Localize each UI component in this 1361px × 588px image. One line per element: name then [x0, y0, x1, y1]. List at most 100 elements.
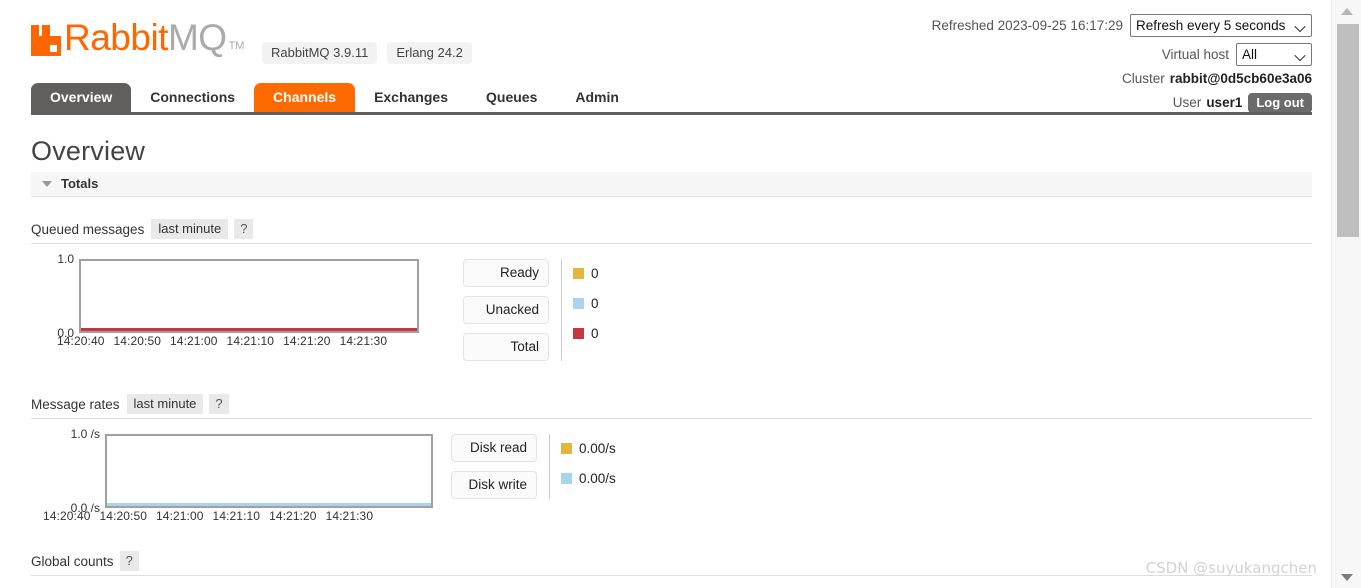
- global-counts-help-icon[interactable]: ?: [119, 551, 139, 571]
- queued-messages-chart-block: 1.0 0.0 14:20:40 14:20:50 14:21:00 14:21…: [31, 252, 1312, 361]
- queued-messages-title: Queued messages: [31, 221, 145, 237]
- queued-messages-legend-values: 0 0 0: [562, 259, 599, 349]
- swatch-ready-icon: [573, 267, 584, 279]
- rates-x-tick-5: 14:21:30: [325, 509, 374, 523]
- tab-exchanges[interactable]: Exchanges: [355, 83, 467, 112]
- rabbitmq-logo[interactable]: RabbitMQ TM: [31, 19, 244, 56]
- message-rates-legend-labels: Disk read Disk write: [451, 434, 550, 499]
- x-tick-3: 14:21:10: [226, 334, 275, 348]
- scrollbar-thumb[interactable]: [1337, 24, 1359, 237]
- logo-text-mq: MQ: [167, 17, 227, 58]
- legend-value-disk-write-text: 0.00/s: [579, 470, 616, 486]
- global-counts-title: Global counts: [31, 553, 114, 569]
- version-badges: RabbitMQ 3.9.11 Erlang 24.2: [262, 42, 472, 64]
- x-tick-4: 14:21:20: [283, 334, 331, 348]
- queued-messages-period-chip[interactable]: last minute: [151, 219, 229, 239]
- legend-value-total: 0: [573, 319, 599, 347]
- message-rates-plot-area: [105, 434, 433, 508]
- queued-messages-y-axis: 1.0 0.0: [31, 252, 79, 340]
- tab-connections[interactable]: Connections: [131, 83, 254, 112]
- queued-messages-chart: 1.0 0.0 14:20:40 14:20:50 14:21:00 14:21…: [31, 252, 419, 348]
- vertical-scrollbar[interactable]: [1331, 0, 1361, 588]
- rates-x-tick-4: 14:21:20: [269, 509, 317, 523]
- scroll-up-arrow-icon[interactable]: [1332, 0, 1361, 22]
- chevron-down-icon: [42, 180, 52, 187]
- legend-value-disk-read: 0.00/s: [561, 434, 616, 462]
- legend-value-unacked: 0: [573, 289, 599, 317]
- y-tick-min: 0.0: [57, 326, 74, 340]
- tab-queues[interactable]: Queues: [467, 83, 556, 112]
- refresh-interval-select[interactable]: Refresh every 5 seconds: [1130, 14, 1312, 37]
- message-rates-header: Message rates last minute ?: [31, 394, 1312, 419]
- swatch-disk-write-icon: [561, 472, 572, 484]
- page-viewport: RabbitMQ TM RabbitMQ 3.9.11 Erlang 24.2 …: [0, 0, 1331, 588]
- rabbitmq-version-badge: RabbitMQ 3.9.11: [262, 42, 378, 64]
- y-tick-max: 1.0: [57, 252, 74, 266]
- swatch-disk-read-icon: [561, 442, 572, 454]
- legend-value-ready: 0: [573, 259, 599, 287]
- queued-messages-total-line: [81, 328, 417, 331]
- tab-channels[interactable]: Channels: [254, 83, 356, 112]
- logo-trademark: TM: [228, 40, 245, 52]
- legend-button-disk-write[interactable]: Disk write: [451, 471, 537, 499]
- totals-section-header[interactable]: Totals: [31, 172, 1312, 197]
- page-title: Overview: [31, 136, 146, 166]
- cluster-row: Cluster rabbit@0d5cb60e3a06: [932, 72, 1312, 86]
- queued-messages-help-icon[interactable]: ?: [234, 219, 254, 239]
- rabbitmq-management-page: RabbitMQ TM RabbitMQ 3.9.11 Erlang 24.2 …: [0, 0, 1361, 588]
- x-tick-2: 14:21:00: [170, 334, 218, 348]
- main-navigation-tabs: Overview Connections Channels Exchanges …: [31, 83, 1312, 115]
- queued-messages-header: Queued messages last minute ?: [31, 219, 1312, 244]
- refresh-row: Refreshed 2023-09-25 16:17:29 Refresh ev…: [932, 14, 1312, 37]
- logo-text-rabbit: Rabbit: [64, 17, 168, 58]
- main-content: Overview Totals Queued messages last min…: [0, 136, 1331, 588]
- vhost-label: Virtual host: [1161, 46, 1229, 62]
- cluster-label: Cluster: [1121, 71, 1165, 86]
- logo-wordmark: RabbitMQ: [64, 19, 227, 56]
- legend-button-disk-read[interactable]: Disk read: [451, 434, 537, 462]
- legend-value-unacked-text: 0: [591, 295, 599, 311]
- message-rates-legend: Disk read Disk write 0.00/s 0.00/s: [451, 434, 616, 499]
- message-rates-chart-block: 1.0 /s 0.0 /s 14:20:40 14:20:50 14:21:00…: [31, 427, 1312, 523]
- message-rates-disk-write-line: [107, 503, 431, 506]
- rates-y-tick-min: 0.0 /s: [70, 501, 100, 515]
- refreshed-timestamp: Refreshed 2023-09-25 16:17:29: [931, 17, 1123, 33]
- message-rates-title: Message rates: [31, 396, 120, 412]
- cluster-name: rabbit@0d5cb60e3a06: [1169, 71, 1312, 86]
- queued-messages-legend: Ready Unacked Total 0 0 0: [463, 259, 599, 361]
- x-tick-1: 14:20:50: [113, 334, 162, 348]
- message-rates-period-chip[interactable]: last minute: [126, 394, 204, 414]
- message-rates-x-axis: 14:20:40 14:20:50 14:21:00 14:21:10 14:2…: [43, 509, 433, 523]
- message-rates-y-axis: 1.0 /s 0.0 /s: [31, 427, 105, 515]
- queued-messages-x-axis: 14:20:40 14:20:50 14:21:00 14:21:10 14:2…: [57, 334, 419, 348]
- legend-value-disk-write: 0.00/s: [561, 464, 616, 492]
- legend-value-disk-read-text: 0.00/s: [579, 440, 616, 456]
- legend-button-total[interactable]: Total: [463, 333, 549, 361]
- legend-button-unacked[interactable]: Unacked: [463, 296, 549, 324]
- rates-x-tick-1: 14:20:50: [99, 509, 148, 523]
- legend-button-ready[interactable]: Ready: [463, 259, 549, 287]
- rates-x-tick-2: 14:21:00: [156, 509, 204, 523]
- swatch-total-icon: [573, 327, 584, 339]
- swatch-unacked-icon: [573, 297, 584, 309]
- message-rates-legend-values: 0.00/s 0.00/s: [550, 434, 616, 494]
- vhost-select[interactable]: All: [1236, 43, 1312, 66]
- rates-y-tick-max: 1.0 /s: [70, 427, 100, 441]
- tab-admin[interactable]: Admin: [556, 83, 638, 112]
- message-rates-chart: 1.0 /s 0.0 /s 14:20:40 14:20:50 14:21:00…: [31, 427, 433, 523]
- page-header: RabbitMQ TM RabbitMQ 3.9.11 Erlang 24.2 …: [0, 0, 1331, 113]
- queued-messages-plot-area: [79, 259, 419, 333]
- rates-x-tick-3: 14:21:10: [212, 509, 261, 523]
- erlang-version-badge: Erlang 24.2: [387, 42, 472, 64]
- scroll-down-arrow-icon[interactable]: [1332, 566, 1361, 588]
- queued-messages-legend-labels: Ready Unacked Total: [463, 259, 562, 361]
- legend-value-ready-text: 0: [591, 265, 599, 281]
- vhost-row: Virtual host All: [932, 43, 1312, 66]
- rabbit-logo-icon: [31, 25, 61, 56]
- tab-overview[interactable]: Overview: [31, 83, 132, 112]
- legend-value-total-text: 0: [591, 325, 599, 341]
- totals-section-label: Totals: [61, 176, 99, 191]
- message-rates-help-icon[interactable]: ?: [209, 394, 229, 414]
- global-counts-header: Global counts ?: [31, 551, 1312, 576]
- x-tick-5: 14:21:30: [339, 334, 388, 348]
